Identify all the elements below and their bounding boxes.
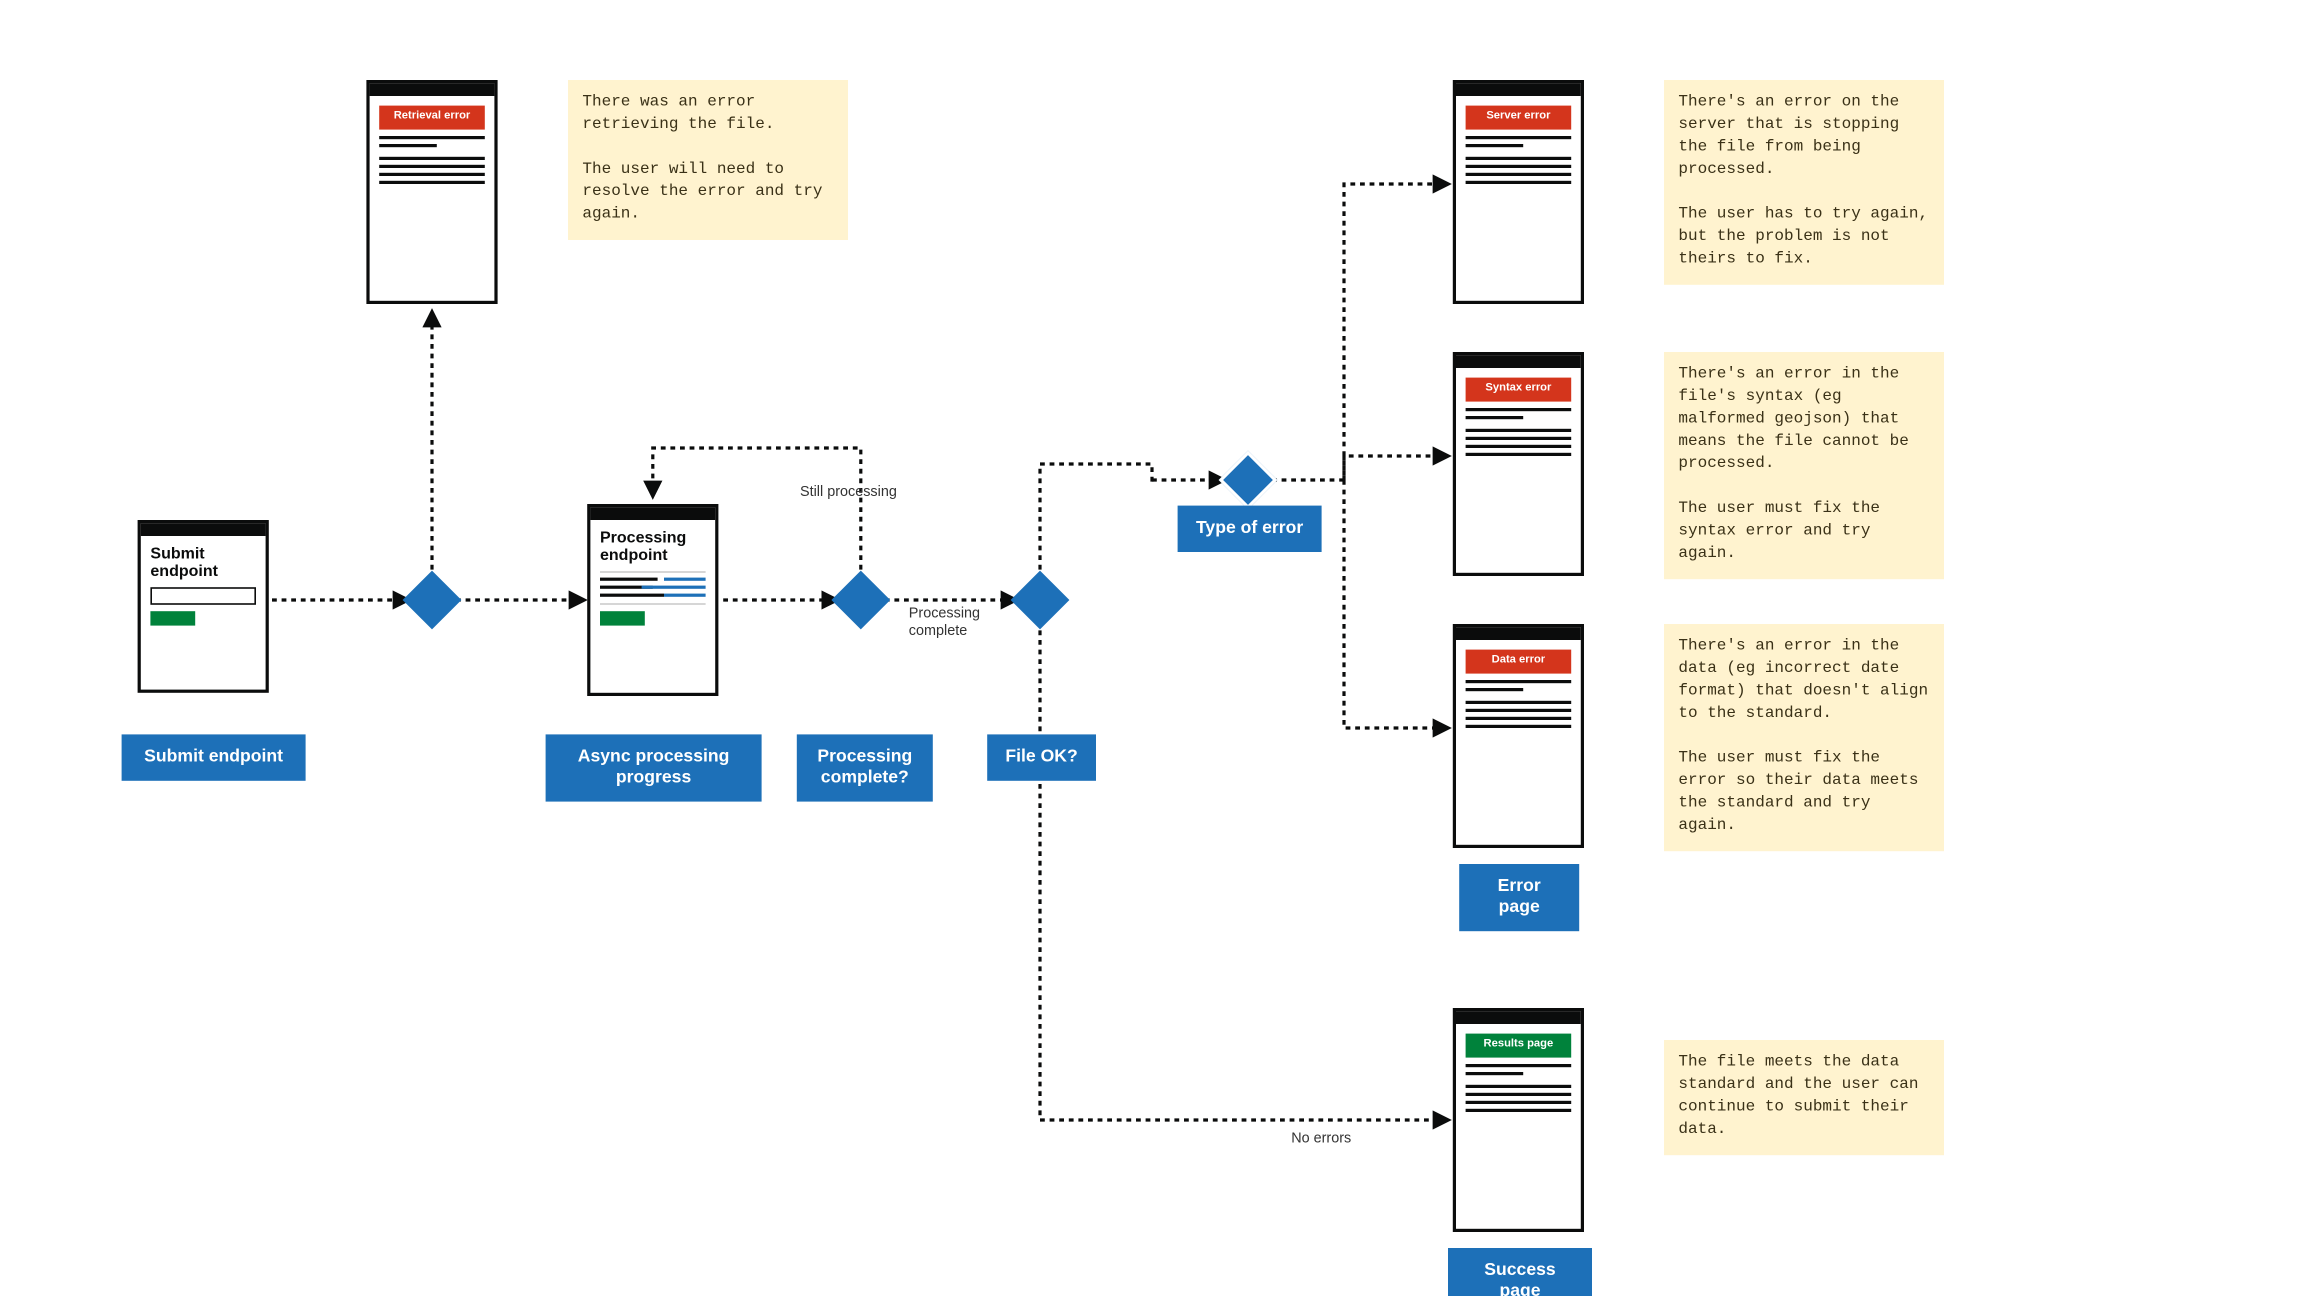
card-topbar [1456, 355, 1581, 368]
card-topbar [1456, 83, 1581, 96]
error-banner: Syntax error [1466, 378, 1572, 402]
card-button-placeholder [600, 611, 645, 625]
card-title: Processing endpoint [600, 530, 706, 565]
step-submit-endpoint: Submit endpoint [122, 734, 306, 780]
text-lines-icon [1466, 408, 1572, 456]
card-button-placeholder [150, 611, 195, 625]
success-banner: Results page [1466, 1034, 1572, 1058]
note-server-error: There's an error on the server that is s… [1664, 80, 1944, 285]
decision-processing-complete [831, 571, 890, 630]
decision-retrieval-ok [403, 571, 462, 630]
card-topbar [370, 83, 495, 96]
card-retrieval-error: Retrieval error [366, 80, 497, 304]
decision-file-ok [1011, 571, 1070, 630]
note-results: The file meets the data standard and the… [1664, 1040, 1944, 1155]
card-topbar [1456, 1011, 1581, 1024]
decision-type-of-error [1219, 451, 1278, 510]
note-retrieval-error: There was an error retrieving the file. … [568, 80, 848, 240]
step-file-ok-q: File OK? [987, 734, 1096, 780]
step-type-of-error: Type of error [1178, 506, 1322, 552]
step-processing-complete-q: Processing complete? [797, 734, 933, 801]
error-banner: Retrieval error [379, 106, 485, 130]
connectors [0, 0, 2304, 1296]
card-syntax-error: Syntax error [1453, 352, 1584, 576]
card-input-placeholder [150, 587, 256, 605]
card-data-error: Data error [1453, 624, 1584, 848]
card-server-error: Server error [1453, 80, 1584, 304]
error-banner: Data error [1466, 650, 1572, 674]
card-results-page: Results page [1453, 1008, 1584, 1232]
error-banner: Server error [1466, 106, 1572, 130]
text-lines-icon [1466, 136, 1572, 184]
text-lines-icon [1466, 1064, 1572, 1112]
card-processing-endpoint: Processing endpoint [587, 504, 718, 696]
text-lines-icon [379, 136, 485, 184]
note-syntax-error: There's an error in the file's syntax (e… [1664, 352, 1944, 579]
card-submit-endpoint: Submit endpoint [138, 520, 269, 693]
step-error-page: Error page [1459, 864, 1579, 931]
edge-processing-complete: Processing complete [909, 605, 997, 640]
flow-diagram: Submit endpoint Retrieval error Processi… [0, 0, 2304, 1296]
card-topbar [1456, 627, 1581, 640]
step-async-processing: Async processing progress [546, 734, 762, 801]
card-topbar [590, 507, 715, 520]
text-lines-icon [1466, 680, 1572, 728]
step-success-page: Success page [1448, 1248, 1592, 1296]
note-data-error: There's an error in the data (eg incorre… [1664, 624, 1944, 851]
processing-lines-icon [600, 571, 706, 605]
edge-no-errors: No errors [1291, 1130, 1351, 1146]
card-title: Submit endpoint [150, 546, 256, 581]
card-topbar [141, 523, 266, 536]
edge-still-processing: Still processing [800, 483, 897, 499]
